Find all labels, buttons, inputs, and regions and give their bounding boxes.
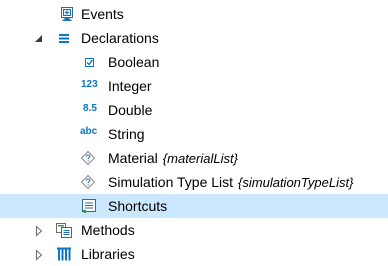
boolean-icon [82, 54, 98, 70]
tree-node-label: Boolean [108, 54, 160, 70]
collapsed-triangle-icon[interactable] [33, 248, 45, 261]
model-builder-tree: Events Declarations Boolean 123 Integer [0, 0, 388, 262]
tree-node-label: String [108, 126, 145, 142]
tree-node-label: Declarations [81, 30, 159, 46]
tree-node-libraries[interactable]: Libraries [0, 242, 388, 266]
tree-node-label: Simulation Type List [108, 174, 234, 190]
choice-list-icon [80, 150, 96, 166]
double-icon: 8.5 [83, 103, 97, 114]
events-icon [59, 6, 75, 22]
tree-node-events[interactable]: Events [0, 2, 388, 26]
integer-icon: 123 [81, 79, 98, 90]
tree-node-label: Methods [81, 222, 135, 238]
methods-icon [56, 222, 72, 238]
tree-node-label: Libraries [81, 246, 135, 262]
tree-node-double[interactable]: 8.5 Double [0, 98, 388, 122]
tree-node-label: Events [81, 6, 124, 22]
tree-node-shortcuts[interactable]: Shortcuts [0, 194, 388, 218]
tree-node-label-group: Simulation Type List {simulationTypeList} [108, 174, 353, 191]
tree-node-meta: {materialList} [162, 151, 238, 166]
tree-node-meta: {simulationTypeList} [238, 175, 354, 190]
tree-node-declarations[interactable]: Declarations [0, 26, 388, 50]
tree-node-methods[interactable]: Methods [0, 218, 388, 242]
tree-node-integer[interactable]: 123 Integer [0, 74, 388, 98]
collapsed-triangle-icon[interactable] [33, 224, 45, 237]
declarations-icon [56, 30, 72, 46]
string-icon: abc [80, 126, 98, 137]
choice-list-icon [80, 174, 96, 190]
tree-node-string[interactable]: abc String [0, 122, 388, 146]
libraries-icon [56, 246, 72, 262]
tree-node-label: Integer [108, 78, 152, 94]
shortcuts-icon [81, 198, 97, 214]
tree-node-label: Double [108, 102, 153, 118]
tree-node-boolean[interactable]: Boolean [0, 50, 388, 74]
tree-node-simulation-type-list[interactable]: Simulation Type List {simulationTypeList} [0, 170, 388, 194]
tree-node-material[interactable]: Material {materialList} [0, 146, 388, 170]
expanded-triangle-icon[interactable] [33, 32, 45, 44]
tree-node-label: Shortcuts [108, 198, 168, 214]
tree-node-label-group: Material {materialList} [108, 150, 238, 167]
tree-node-label: Material [108, 150, 158, 166]
